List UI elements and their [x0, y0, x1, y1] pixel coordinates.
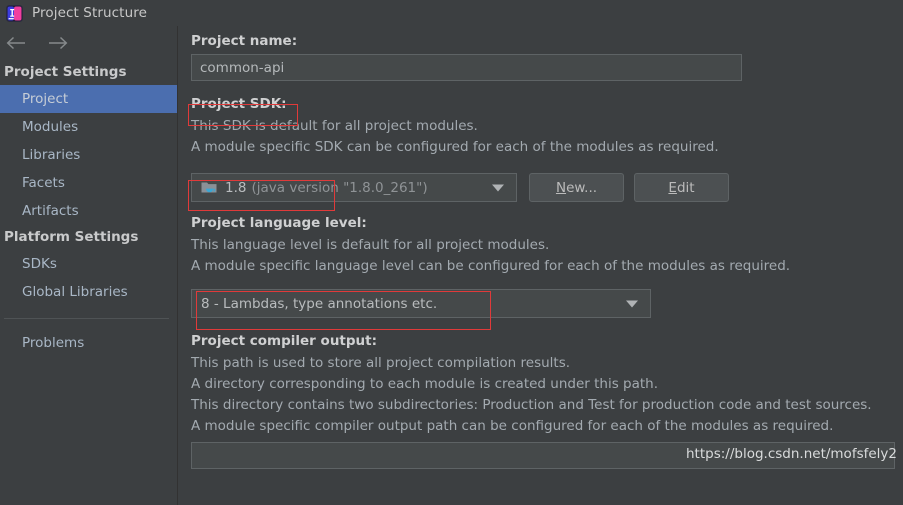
java-sdk-folder-icon — [201, 180, 218, 195]
blog-watermark: https://blog.csdn.net/mofsfely2 — [686, 446, 897, 462]
project-sdk-combobox[interactable]: 1.8 (java version "1.8.0_261") — [191, 173, 517, 202]
compiler-output-description-line-1: This path is used to store all project c… — [191, 353, 570, 374]
project-sdk-detail: (java version "1.8.0_261") — [251, 180, 427, 196]
sdk-new-button-label: ew... — [566, 180, 597, 196]
sidebar-group-header-platform-settings: Platform Settings — [0, 225, 177, 250]
project-sdk-description-line-1: This SDK is default for all project modu… — [191, 116, 478, 137]
sidebar-item-facets[interactable]: Facets — [0, 169, 177, 197]
project-sdk-version: 1.8 — [225, 180, 246, 196]
window-body: Project Settings Project Modules Librari… — [0, 26, 903, 505]
sidebar-item-problems[interactable]: Problems — [0, 329, 177, 357]
language-level-combobox[interactable]: 8 - Lambdas, type annotations etc. — [191, 289, 651, 318]
sdk-edit-button-mnemonic: E — [668, 180, 677, 196]
sidebar-item-libraries[interactable]: Libraries — [0, 141, 177, 169]
sdk-new-button-mnemonic: N — [556, 180, 566, 196]
window-title: Project Structure — [32, 5, 147, 21]
language-level-value: 8 - Lambdas, type annotations etc. — [201, 296, 437, 312]
sidebar-item-modules[interactable]: Modules — [0, 113, 177, 141]
language-level-label: Project language level: — [191, 215, 367, 231]
sidebar-item-sdks[interactable]: SDKs — [0, 250, 177, 278]
sdk-edit-button[interactable]: Edit — [634, 173, 729, 202]
language-level-description-line-1: This language level is default for all p… — [191, 235, 549, 256]
sidebar-item-artifacts[interactable]: Artifacts — [0, 197, 177, 225]
sdk-edit-button-label: dit — [677, 180, 695, 196]
project-name-label: Project name: — [191, 33, 297, 49]
project-settings-panel: Project name: common-api Project SDK: Th… — [178, 26, 903, 505]
arrow-left-icon[interactable] — [2, 30, 32, 56]
chevron-down-icon[interactable] — [626, 300, 638, 307]
chevron-down-icon[interactable] — [492, 184, 504, 191]
sidebar-navigation — [0, 26, 177, 60]
compiler-output-label: Project compiler output: — [191, 333, 377, 349]
project-name-input[interactable]: common-api — [191, 54, 742, 81]
compiler-output-description-line-2: A directory corresponding to each module… — [191, 374, 658, 395]
sdk-new-button[interactable]: New... — [529, 173, 624, 202]
sidebar-divider — [4, 318, 169, 319]
language-level-description-line-2: A module specific language level can be … — [191, 256, 790, 277]
arrow-right-icon[interactable] — [42, 30, 72, 56]
compiler-output-description-line-4: A module specific compiler output path c… — [191, 416, 833, 437]
window-title-bar: Project Structure — [0, 0, 903, 26]
sidebar-group-header-project-settings: Project Settings — [0, 60, 177, 85]
intellij-idea-logo-icon — [6, 5, 23, 22]
project-sdk-label: Project SDK: — [191, 96, 287, 112]
settings-sidebar: Project Settings Project Modules Librari… — [0, 26, 178, 505]
sidebar-item-global-libraries[interactable]: Global Libraries — [0, 278, 177, 306]
sidebar-item-project[interactable]: Project — [0, 85, 177, 113]
project-sdk-description-line-2: A module specific SDK can be configured … — [191, 137, 719, 158]
compiler-output-description-line-3: This directory contains two subdirectori… — [191, 395, 872, 416]
